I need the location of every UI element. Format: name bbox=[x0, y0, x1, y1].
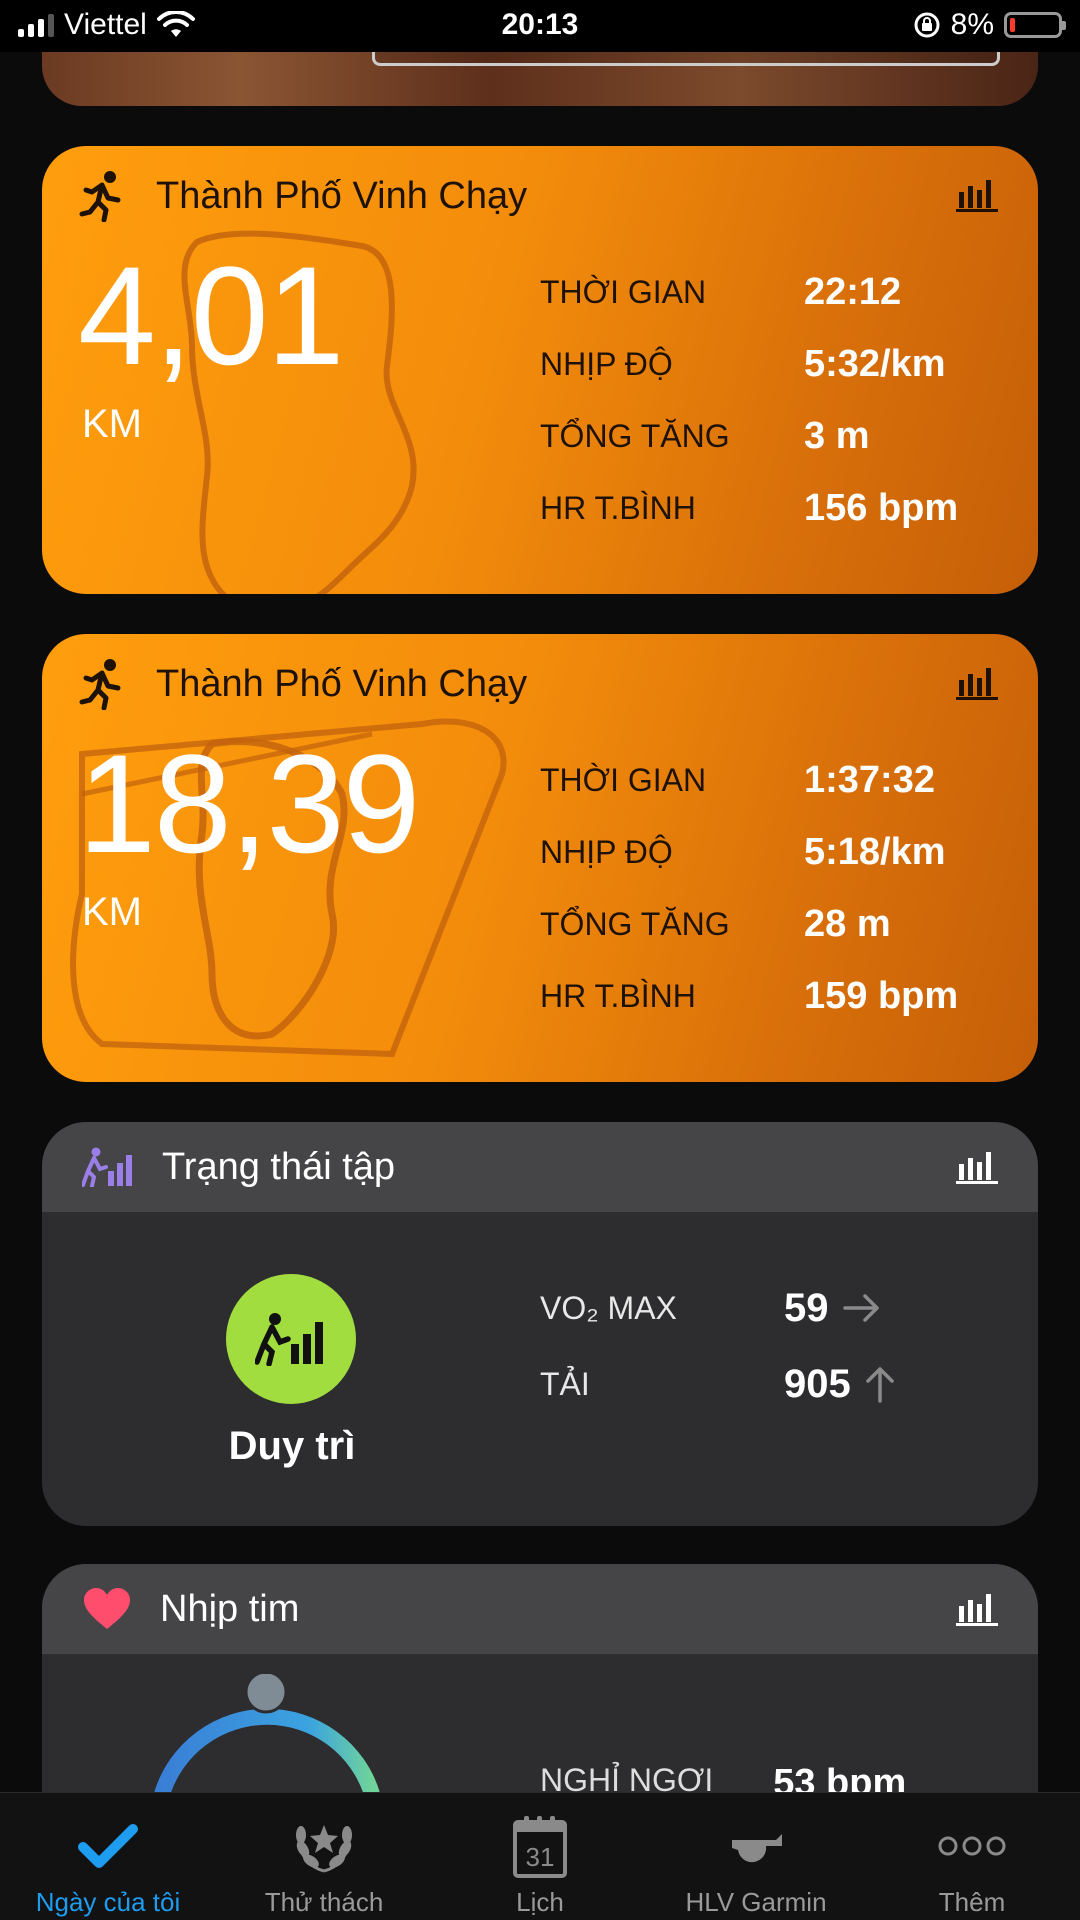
running-icon bbox=[79, 659, 121, 710]
stat-label: NHỊP ĐỘ bbox=[540, 833, 673, 870]
metric-label: VO₂ MAX bbox=[540, 1289, 677, 1326]
rotation-lock-icon bbox=[914, 12, 940, 38]
training-status-badge bbox=[226, 1274, 356, 1404]
distance-value: 18,39 bbox=[78, 725, 420, 882]
stat-time: THỜI GIAN 22:12 bbox=[540, 256, 1010, 328]
stat-elevation: TỔNG TĂNG 28 m bbox=[540, 888, 1010, 960]
activity-card[interactable]: Thành Phố Vinh Chạy 18,39 KM THỜI GIAN 1… bbox=[42, 634, 1038, 1082]
stat-label: HR T.BÌNH bbox=[540, 489, 696, 526]
arrow-up-icon bbox=[866, 1367, 894, 1403]
tab-more[interactable]: Thêm bbox=[864, 1793, 1080, 1920]
stat-elevation: TỔNG TĂNG 3 m bbox=[540, 400, 1010, 472]
bar-chart-icon[interactable] bbox=[956, 178, 998, 212]
stat-value: 159 bpm bbox=[804, 974, 959, 1017]
activity-title: Thành Phố Vinh Chạy bbox=[156, 662, 528, 705]
distance-unit: KM bbox=[82, 402, 142, 446]
metric-value: 59 bbox=[784, 1285, 829, 1330]
stat-value: 3 m bbox=[804, 414, 870, 457]
stat-label: THỜI GIAN bbox=[540, 273, 707, 310]
stat-value: 1:37:32 bbox=[804, 758, 935, 801]
status-bar: Viettel 20:13 8% bbox=[0, 0, 1080, 52]
arrow-right-icon bbox=[842, 1294, 879, 1322]
tab-label: Thử thách bbox=[264, 1887, 384, 1917]
activity-title: Thành Phố Vinh Chạy bbox=[156, 174, 528, 217]
stat-value: 5:18/km bbox=[804, 830, 946, 873]
checkmark-icon bbox=[78, 1824, 138, 1868]
heart-icon bbox=[84, 1588, 130, 1629]
stat-pace: NHỊP ĐỘ 5:32/km bbox=[540, 328, 1010, 400]
battery-icon bbox=[1004, 12, 1066, 38]
stat-pace: NHỊP ĐỘ 5:18/km bbox=[540, 816, 1010, 888]
heart-rate-gauge bbox=[154, 1674, 380, 1794]
stat-label: TỔNG TĂNG bbox=[540, 905, 730, 942]
stat-value: 22:12 bbox=[804, 270, 902, 313]
whistle-icon bbox=[732, 1834, 782, 1863]
stat-label: TỔNG TĂNG bbox=[540, 417, 730, 454]
tab-calendar[interactable]: 31 Lịch bbox=[432, 1793, 648, 1920]
training-status-icon bbox=[82, 1147, 132, 1187]
tab-label: Lịch bbox=[516, 1887, 564, 1917]
stat-value: 28 m bbox=[804, 902, 891, 945]
card-title: Trạng thái tập bbox=[162, 1145, 396, 1188]
tab-my-day[interactable]: Ngày của tôi bbox=[0, 1793, 216, 1920]
tab-label: Ngày của tôi bbox=[35, 1887, 181, 1917]
training-status-icon bbox=[255, 1313, 323, 1366]
running-icon bbox=[79, 171, 121, 222]
stat-label: HR T.BÌNH bbox=[540, 977, 696, 1014]
metric-label: TẢI bbox=[540, 1365, 590, 1402]
tab-label: Thêm bbox=[938, 1887, 1006, 1917]
bar-chart-icon[interactable] bbox=[956, 1150, 998, 1184]
load-row: TẢI 905 bbox=[540, 1346, 1000, 1422]
tab-bar: Ngày của tôi Thử thách 31 Lịch HLV Garmi… bbox=[0, 1792, 1080, 1920]
stat-label: NHỊP ĐỘ bbox=[540, 345, 673, 382]
tab-garmin-coach[interactable]: HLV Garmin bbox=[648, 1793, 864, 1920]
stat-heart-rate: HR T.BÌNH 159 bpm bbox=[540, 960, 1010, 1032]
stat-value: 5:32/km bbox=[804, 342, 946, 385]
battery-percent: 8% bbox=[950, 8, 994, 41]
stat-time: THỜI GIAN 1:37:32 bbox=[540, 744, 1010, 816]
training-status-label: Duy trì bbox=[228, 1424, 356, 1468]
laurel-icon bbox=[296, 1825, 352, 1873]
stat-label: THỜI GIAN bbox=[540, 761, 707, 798]
distance-value: 4,01 bbox=[78, 237, 344, 394]
tab-challenges[interactable]: Thử thách bbox=[216, 1793, 432, 1920]
more-icon bbox=[938, 1836, 1006, 1856]
vo2max-row: VO₂ MAX 59 bbox=[540, 1270, 1000, 1346]
bar-chart-icon[interactable] bbox=[956, 666, 998, 700]
distance-unit: KM bbox=[82, 890, 142, 934]
card-title: Nhịp tim bbox=[160, 1587, 300, 1630]
calendar-day: 31 bbox=[526, 1842, 555, 1872]
bar-chart-icon[interactable] bbox=[956, 1592, 998, 1626]
calendar-icon: 31 bbox=[513, 1816, 567, 1878]
stat-value: 156 bpm bbox=[804, 486, 959, 529]
training-status-card[interactable]: Trạng thái tập Duy trì VO₂ MAX 59 TẢI 90… bbox=[42, 1122, 1038, 1526]
tab-label: HLV Garmin bbox=[685, 1887, 827, 1917]
metric-value: 905 bbox=[784, 1361, 851, 1406]
activity-card[interactable]: Thành Phố Vinh Chạy 4,01 KM THỜI GIAN 22… bbox=[42, 146, 1038, 594]
stat-heart-rate: HR T.BÌNH 156 bpm bbox=[540, 472, 1010, 544]
